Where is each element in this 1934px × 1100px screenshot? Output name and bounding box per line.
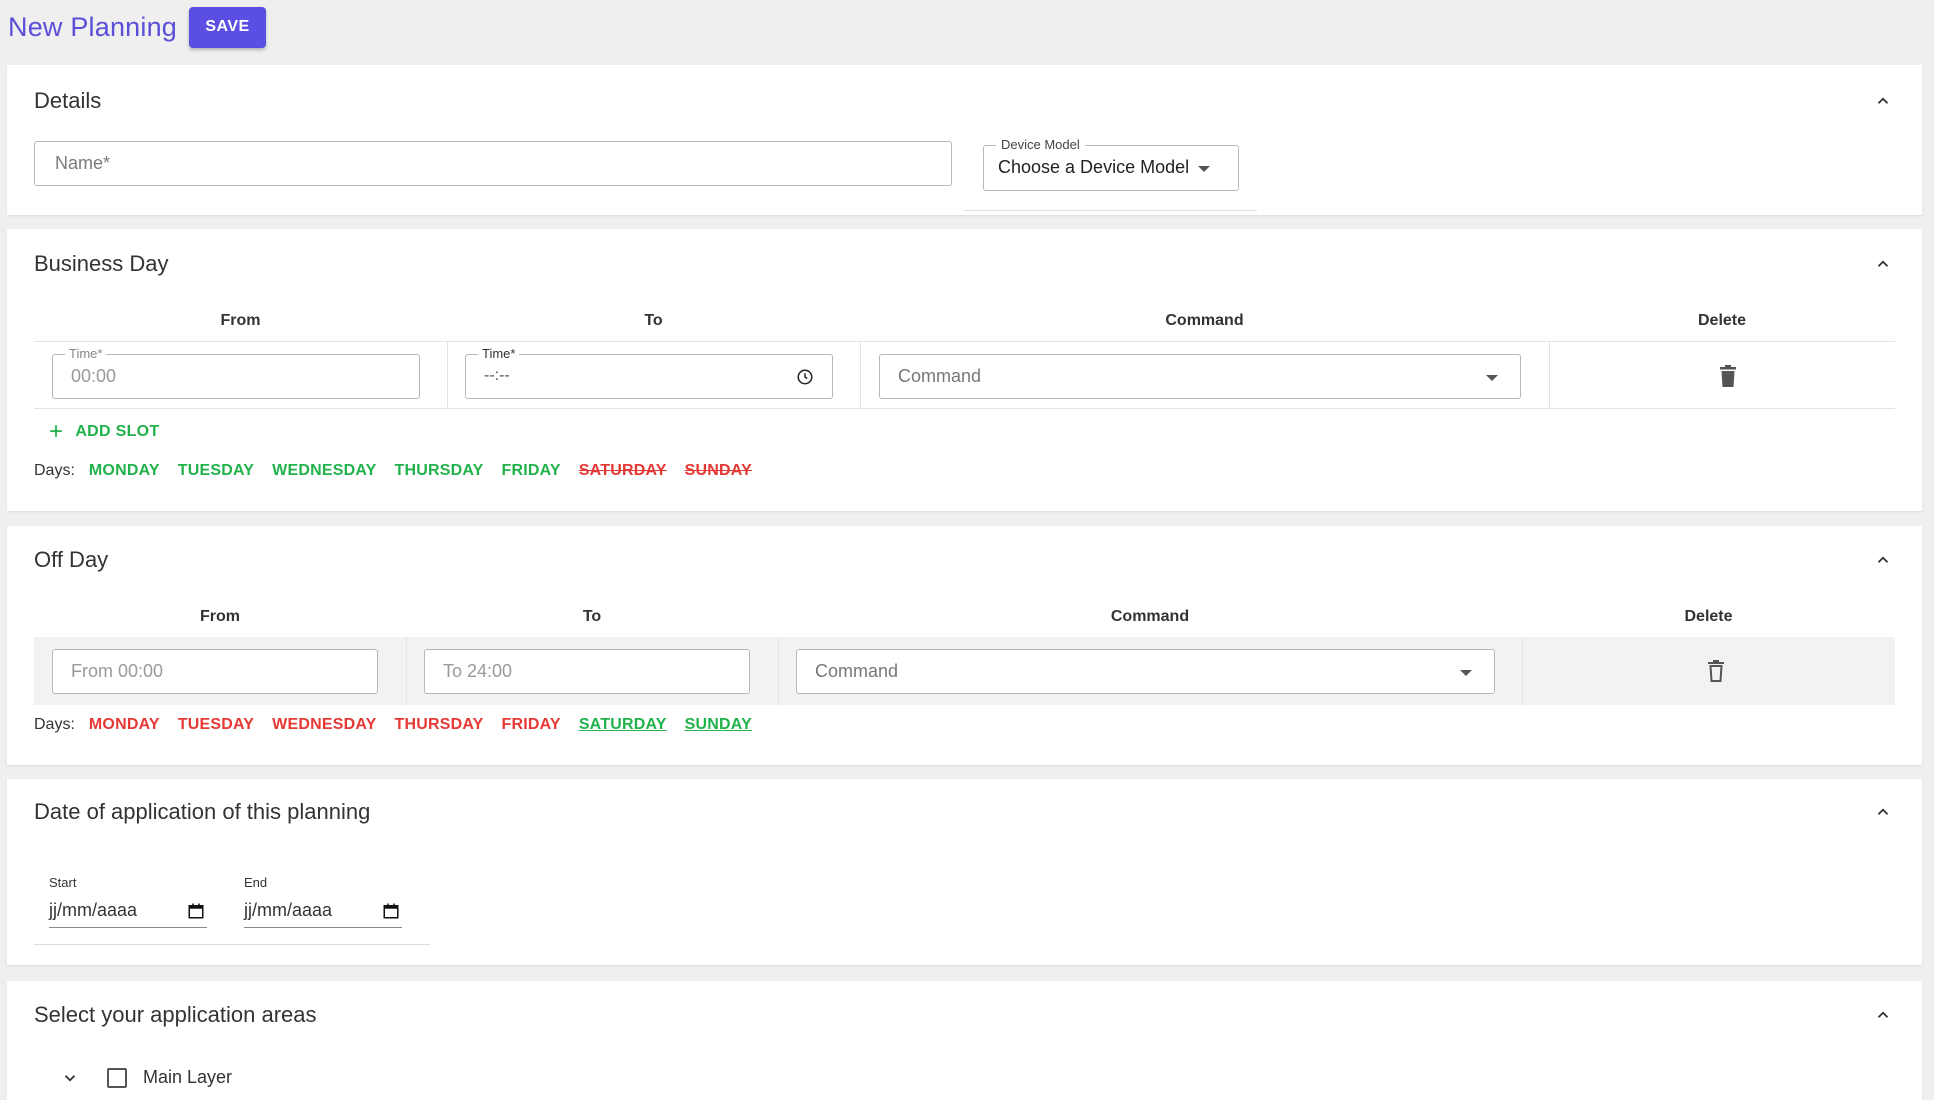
off-day-card: Off Day From To Command Delete From 00:0… — [7, 526, 1922, 765]
checkbox-icon[interactable] — [107, 1067, 127, 1088]
chevron-up-icon[interactable] — [1874, 803, 1892, 821]
calendar-icon[interactable] — [187, 902, 205, 920]
add-slot-label: ADD SLOT — [75, 423, 160, 440]
day-toggle-saturday[interactable]: SATURDAY — [579, 716, 667, 734]
details-title: Details — [34, 88, 102, 113]
day-toggle-friday[interactable]: FRIDAY — [502, 716, 561, 734]
day-toggle-sunday[interactable]: SUNDAY — [685, 716, 752, 734]
trash-icon[interactable] — [1718, 365, 1738, 387]
from-time-field[interactable]: From 00:00 — [52, 649, 378, 694]
start-date-label: Start — [49, 875, 77, 890]
business-day-title: Business Day — [34, 251, 169, 276]
to-time-legend: Time* — [478, 346, 520, 361]
save-button[interactable]: SAVE — [189, 6, 267, 48]
tree-item-label: Main Layer — [143, 1067, 233, 1087]
table-row: From 00:00 To 24:00 Command — [34, 637, 1895, 705]
trash-outline-icon[interactable] — [1706, 660, 1726, 682]
day-toggle-tuesday[interactable]: TUESDAY — [178, 462, 254, 480]
start-date-group: Start jj/mm/aaaa — [34, 875, 207, 928]
day-toggle-tuesday[interactable]: TUESDAY — [178, 716, 254, 734]
to-time-value: --:-- — [484, 367, 510, 384]
application-areas-card: Select your application areas Main Layer — [7, 981, 1922, 1100]
to-time-field[interactable]: To 24:00 — [424, 649, 750, 694]
column-header-to: To — [582, 608, 602, 625]
day-toggle-friday[interactable]: FRIDAY — [502, 462, 561, 480]
end-date-group: End jj/mm/aaaa — [229, 875, 402, 928]
from-time-value: From 00:00 — [71, 661, 164, 681]
command-select[interactable]: Command — [796, 649, 1495, 694]
from-time-value: 00:00 — [71, 366, 117, 386]
off-day-title: Off Day — [34, 547, 109, 572]
days-label: Days: — [34, 462, 75, 479]
tree-item-main-layer: Main Layer — [61, 1067, 232, 1088]
caret-down-icon — [1486, 375, 1498, 381]
days-label: Days: — [34, 716, 75, 733]
from-time-field[interactable]: Time* 00:00 — [52, 346, 420, 399]
command-placeholder: Command — [815, 661, 899, 681]
end-date-value: jj/mm/aaaa — [244, 900, 333, 920]
start-date-input[interactable]: jj/mm/aaaa — [49, 898, 207, 928]
day-toggle-wednesday[interactable]: WEDNESDAY — [272, 716, 376, 734]
off-days-selector: Days: MONDAY TUESDAY WEDNESDAY THURSDAY … — [34, 716, 770, 734]
end-date-label: End — [244, 875, 268, 890]
chevron-up-icon[interactable] — [1874, 1006, 1892, 1024]
chevron-down-icon[interactable] — [61, 1069, 79, 1087]
day-toggle-sunday[interactable]: SUNDAY — [685, 462, 752, 480]
top-bar: New Planning SAVE — [8, 6, 267, 48]
caret-down-icon — [1460, 670, 1472, 676]
caret-down-icon — [1198, 166, 1210, 172]
divider — [964, 210, 1257, 211]
to-time-value: To 24:00 — [443, 661, 513, 681]
command-select[interactable]: Command — [879, 354, 1521, 399]
from-time-legend: Time* — [65, 346, 107, 361]
device-model-legend: Device Model — [996, 137, 1085, 152]
column-header-to: To — [644, 312, 663, 329]
column-header-from: From — [220, 312, 261, 329]
details-card: Details Device Model Choose a Device Mod… — [7, 65, 1922, 215]
page-title: New Planning — [8, 11, 178, 42]
business-day-card: Business Day From To Command Delete Time… — [7, 229, 1922, 511]
application-areas-title: Select your application areas — [34, 1002, 317, 1027]
calendar-icon[interactable] — [382, 902, 400, 920]
device-model-select[interactable]: Device Model Choose a Device Model — [983, 137, 1239, 191]
business-days-selector: Days: MONDAY TUESDAY WEDNESDAY THURSDAY … — [34, 462, 770, 480]
name-input[interactable] — [34, 141, 952, 186]
day-toggle-monday[interactable]: MONDAY — [89, 462, 160, 480]
column-header-delete: Delete — [1697, 312, 1747, 329]
column-header-command: Command — [1110, 608, 1190, 625]
start-date-value: jj/mm/aaaa — [49, 900, 138, 920]
chevron-up-icon[interactable] — [1874, 92, 1892, 110]
command-placeholder: Command — [898, 366, 982, 386]
to-time-field[interactable]: Time* --:-- — [465, 346, 833, 399]
day-toggle-wednesday[interactable]: WEDNESDAY — [272, 462, 376, 480]
table-row: Time* 00:00 Time* --:-- Command — [34, 341, 1895, 409]
day-toggle-monday[interactable]: MONDAY — [89, 716, 160, 734]
date-application-title: Date of application of this planning — [34, 799, 371, 824]
chevron-up-icon[interactable] — [1874, 551, 1892, 569]
device-model-value: Choose a Device Model — [998, 157, 1190, 177]
chevron-up-icon[interactable] — [1874, 255, 1892, 273]
clock-icon[interactable] — [796, 368, 814, 386]
day-toggle-thursday[interactable]: THURSDAY — [394, 462, 483, 480]
add-slot-button[interactable]: + ADD SLOT — [49, 420, 160, 444]
column-header-delete: Delete — [1684, 608, 1733, 625]
divider — [34, 944, 430, 945]
day-toggle-thursday[interactable]: THURSDAY — [394, 716, 483, 734]
column-header-command: Command — [1165, 312, 1244, 329]
column-header-from: From — [200, 608, 240, 625]
plus-icon: + — [49, 418, 64, 445]
end-date-input[interactable]: jj/mm/aaaa — [244, 898, 402, 928]
date-application-card: Date of application of this planning Sta… — [7, 779, 1922, 965]
day-toggle-saturday[interactable]: SATURDAY — [579, 462, 667, 480]
